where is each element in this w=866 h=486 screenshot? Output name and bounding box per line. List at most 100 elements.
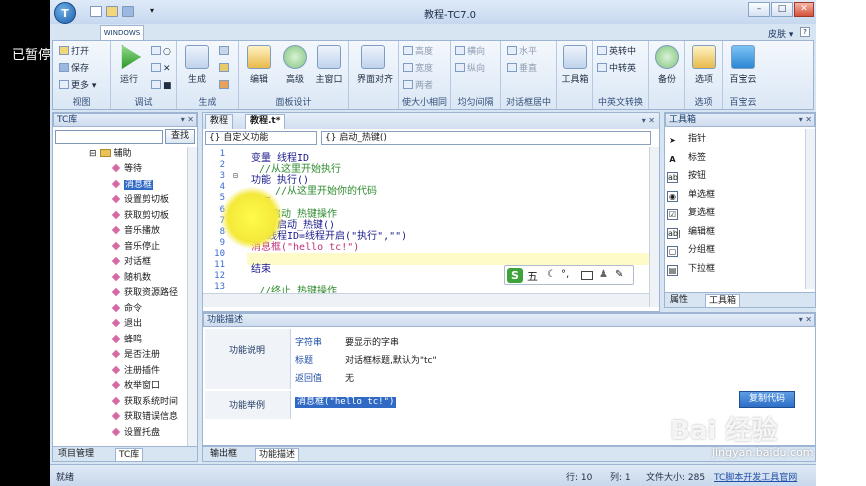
doc-tab-close-icon[interactable]: ▾ ✕ [642,116,655,125]
toolbox-item[interactable]: ☑ 复选框 [667,205,715,222]
tree-item[interactable]: 音乐播放 [111,224,160,239]
ime-wrench-icon[interactable]: ✎ [615,269,623,280]
pin-icon[interactable]: ▾ ✕ [181,114,194,126]
function-list-combo[interactable]: {} 启动_热键() [321,131,651,145]
quick-access-dropdown-icon[interactable]: ▾ [150,6,162,17]
app-logo-icon[interactable]: T [54,2,76,24]
brush-icon[interactable] [219,63,231,76]
maximize-button[interactable]: □ [771,2,793,17]
tree-item[interactable]: 获取剪切板 [111,209,169,224]
open-folder-icon[interactable] [106,6,118,17]
tree-item[interactable]: 音乐停止 [111,240,160,255]
doc-tab-tutorial[interactable]: 教程 [205,114,234,129]
tab-project-manager[interactable]: 项目管理 [55,448,97,462]
en-to-cn-button[interactable]: 英转中 [597,46,636,59]
skin-menu[interactable]: 皮肤 ▾ [768,27,793,40]
ime-mode[interactable]: 五 [527,268,538,284]
space-vertical-button[interactable]: 纵向 [455,63,485,76]
ime-punct-icon[interactable]: °, [561,269,569,280]
open-button[interactable]: 打开 [59,46,89,59]
code-line[interactable]: 2//从这里开始执行 [203,160,649,175]
toolbox-item[interactable]: A 标签 [667,150,706,167]
function-scope-combo[interactable]: {} 自定义功能 [205,131,317,145]
tab-toolbox[interactable]: 工具箱 [705,294,741,308]
fold-toggle-icon[interactable]: ⊟ [233,171,238,180]
ime-moon-icon[interactable]: ☾ [547,269,556,280]
tree-item[interactable]: 获取系统时间 [111,395,178,410]
more-button[interactable]: 更多 ▾ [59,80,96,93]
same-width-button[interactable]: 宽度 [403,63,433,76]
stop-icon[interactable]: ■ [151,80,172,93]
backup-button[interactable]: 备份 [651,45,683,85]
tree-item[interactable]: 设置托盘 [111,426,160,441]
editor-horizontal-scrollbar[interactable] [203,293,649,307]
breakpoint-icon[interactable]: ✕ [151,63,171,76]
center-horizontal-button[interactable]: 水平 [507,46,537,59]
main-window-button[interactable]: 主窗口 [313,45,345,85]
space-horizontal-button[interactable]: 横向 [455,46,485,59]
toolbox-item[interactable]: ➤ 指针 [667,131,706,148]
ime-toolbar[interactable]: S 五 ☾ °, ♟ ✎ [504,265,634,285]
toolbox-item[interactable]: ab| 编辑框 [667,224,715,241]
toolbox-item[interactable]: ▢ 分组框 [667,242,715,259]
step-icon[interactable]: ○ [151,46,171,59]
example-code[interactable]: 消息框("hello tc!") [295,397,397,408]
tree-item[interactable]: 注册插件 [111,364,160,379]
tree-item[interactable]: 等待 [111,162,142,177]
code-line[interactable]: 3 ⊟ 功能 执行() [203,171,649,186]
official-site-link[interactable]: TC脚本开发工具官网 [714,470,797,483]
ime-user-icon[interactable]: ♟ [599,269,608,280]
code-line[interactable]: 10 [203,249,649,260]
tree-item[interactable]: 获取错误信息 [111,410,178,425]
library-search-input[interactable] [55,130,163,144]
tree-item[interactable]: 枚举窗口 [111,379,160,394]
ime-keyboard-icon[interactable] [581,271,593,280]
options-button[interactable]: 选项 [688,45,720,85]
tab-output[interactable]: 输出框 [207,448,240,462]
toolbox-item[interactable]: ◉ 单选框 [667,187,715,204]
tab-properties[interactable]: 属性 [667,294,691,308]
toolbox-item[interactable]: ab 按钮 [667,168,706,185]
copy-code-button[interactable]: 复制代码 [739,391,795,408]
same-height-button[interactable]: 高度 [403,46,433,59]
tree-item[interactable]: 命令 [111,302,142,317]
tree-item[interactable]: 是否注册 [111,348,160,363]
minimize-button[interactable]: – [748,2,770,17]
build-button[interactable]: 生成 [181,45,213,85]
code-line[interactable]: 4//从这里开始你的代码 [203,182,649,197]
tree-folder-assist[interactable]: ⊟ 辅助 [89,147,132,162]
run-button[interactable]: 运行 [113,45,145,85]
ribbon-tab-windows[interactable]: WINDOWS [100,25,144,40]
tree-item[interactable]: 退出 [111,317,142,332]
package-icon[interactable] [219,80,231,93]
tab-tc-library[interactable]: TC库 [115,448,144,462]
align-button[interactable]: 界面对齐 [357,45,393,85]
help-icon[interactable]: ? [800,27,810,37]
tree-item[interactable]: 对话框 [111,255,151,270]
center-vertical-button[interactable]: 垂直 [507,63,537,76]
advanced-button[interactable]: 高级 [279,45,311,85]
save-disk-icon[interactable] [122,6,134,17]
same-both-button[interactable]: 两者 [403,80,433,93]
toolbox-item[interactable]: ▤ 下拉框 [667,261,715,278]
tree-item[interactable]: 随机数 [111,271,151,286]
pin-icon[interactable]: ▾ ✕ [799,314,812,326]
tree-item[interactable]: 消息框 [111,178,154,193]
editor-vertical-scrollbar[interactable] [649,147,659,307]
tree-item[interactable]: 获取资源路径 [111,286,178,301]
tree-item[interactable]: 设置剪切板 [111,193,169,208]
toolbox-button[interactable]: 工具箱 [559,45,591,85]
tree-item[interactable]: 蜂鸣 [111,333,142,348]
doc-tab-tutorial-t[interactable]: 教程.t* [245,114,286,129]
cloud-button[interactable]: 百宝云 [727,45,759,85]
settings-icon[interactable] [219,46,231,59]
library-search-button[interactable]: 查找 [165,129,195,144]
edit-button[interactable]: 编辑 [243,45,275,85]
new-file-icon[interactable] [90,6,102,17]
pin-icon[interactable]: ▾ ✕ [799,114,812,126]
library-scrollbar[interactable] [187,147,197,461]
cn-to-en-button[interactable]: 中转英 [597,63,636,76]
ime-logo-icon[interactable]: S [507,268,523,283]
code-line[interactable]: 1 变量 线程ID [203,149,649,164]
close-button[interactable]: ✕ [794,2,814,17]
